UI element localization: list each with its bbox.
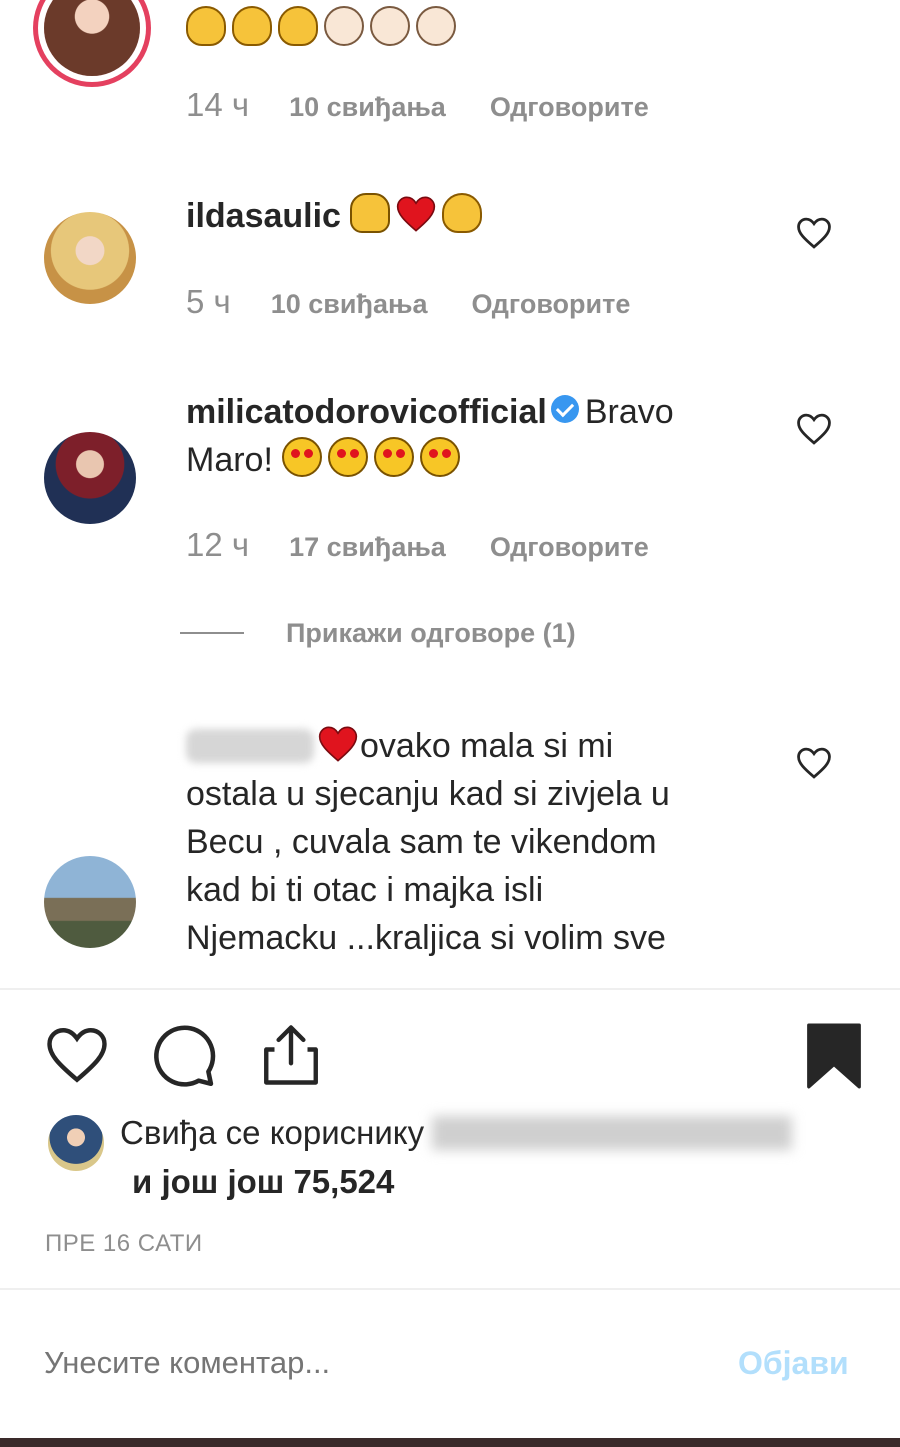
comment-meta: 12 ч 17 свиђања Одговорите — [186, 526, 693, 564]
avatar[interactable] — [44, 212, 136, 304]
clap-emoji — [416, 6, 456, 46]
comment-body: Maro! — [186, 441, 273, 479]
comment-text: ovako mala si mi ostala u sjecanju kad s… — [186, 722, 746, 962]
likes-count-text: и још још 75,524 — [132, 1163, 395, 1200]
heart-emoji — [318, 726, 358, 762]
bookmark-icon[interactable] — [806, 1022, 862, 1090]
comment-time: 5 ч — [186, 283, 231, 320]
comment-text: milicatodorovicofficial Bravo Maro! — [186, 388, 746, 484]
reply-button[interactable]: Одговорите — [490, 92, 649, 122]
comment-body-line: Njemacku ...kraljica si volim sve — [186, 919, 666, 957]
comments-list: 14 ч 10 свиђања Одговорите ildasaulic 5 ч 1… — [0, 0, 900, 988]
bottom-edge — [0, 1438, 900, 1447]
comment-likes[interactable]: 10 свиђања — [271, 289, 428, 319]
comment-meta: 5 ч 10 свиђања Одговорите — [186, 283, 674, 321]
hands-emoji — [350, 193, 391, 233]
section-divider — [0, 988, 900, 990]
share-icon[interactable] — [258, 1022, 324, 1088]
comment-input[interactable] — [44, 1345, 644, 1381]
view-replies-button[interactable]: Прикажи одговоре (1) — [180, 618, 576, 649]
comment-time: 12 ч — [186, 526, 250, 563]
comment-likes[interactable]: 10 свиђања — [289, 92, 446, 122]
post-timestamp: ПРЕ 16 САТИ — [45, 1230, 203, 1257]
like-comment-heart-icon[interactable] — [795, 746, 833, 780]
comment-icon[interactable] — [150, 1022, 218, 1090]
post-button[interactable]: Објави — [738, 1345, 849, 1382]
avatar[interactable] — [44, 0, 140, 76]
section-divider — [0, 1288, 900, 1290]
liked-by[interactable]: Свиђа се кориснику — [120, 1114, 793, 1152]
heart-eyes-emoji — [282, 437, 323, 477]
comment-time: 14 ч — [186, 86, 250, 123]
blurred-username — [432, 1116, 793, 1150]
like-comment-heart-icon[interactable] — [795, 412, 833, 446]
comment-body-line: kad bi ti otac i majka isli — [186, 871, 544, 909]
heart-eyes-emoji — [420, 437, 461, 477]
comment-body-line: ovako mala si mi — [360, 727, 614, 765]
comment-body-line: ostala u sjecanju kad si zivjela u — [186, 775, 670, 813]
reply-button[interactable]: Одговорите — [471, 289, 630, 319]
heart-eyes-emoji — [328, 437, 369, 477]
reply-button[interactable]: Одговорите — [490, 532, 649, 562]
comment-username[interactable]: ildasaulic — [186, 197, 341, 235]
muscle-emoji — [186, 6, 226, 46]
clap-emoji — [324, 6, 364, 46]
comment-emojis — [186, 6, 462, 46]
blurred-username — [186, 729, 314, 763]
comment-username[interactable]: milicatodorovicofficial — [186, 393, 547, 431]
comment-likes[interactable]: 17 свиђања — [289, 532, 446, 562]
heart-eyes-emoji — [374, 437, 415, 477]
comment-meta: 14 ч 10 свиђања Одговорите — [186, 86, 693, 124]
comment-text: ildasaulic — [186, 192, 746, 240]
view-replies-label: Прикажи одговоре (1) — [286, 618, 576, 648]
clap-emoji — [370, 6, 410, 46]
like-comment-heart-icon[interactable] — [795, 216, 833, 250]
likes-count[interactable]: и још још 75,524 — [132, 1163, 394, 1201]
heart-emoji — [397, 196, 436, 232]
liked-by-label: Свиђа се кориснику — [120, 1114, 425, 1151]
liked-by-avatar[interactable] — [48, 1115, 104, 1171]
avatar[interactable] — [44, 432, 136, 524]
divider-line — [180, 632, 244, 634]
comment-body-line: Becu , cuvala sam te vikendom — [186, 823, 657, 861]
avatar[interactable] — [44, 856, 136, 948]
comment-body: Bravo — [584, 393, 674, 431]
muscle-emoji — [232, 6, 272, 46]
verified-badge-icon — [550, 395, 579, 423]
muscle-emoji — [278, 6, 318, 46]
muscle-emoji — [442, 193, 483, 233]
heart-icon[interactable] — [44, 1024, 110, 1086]
